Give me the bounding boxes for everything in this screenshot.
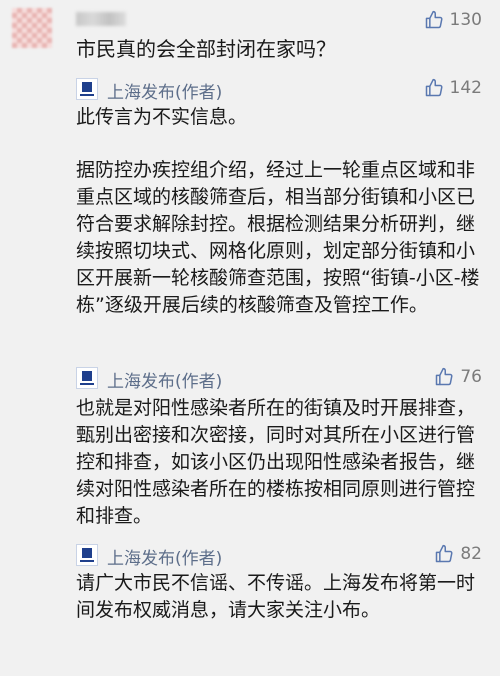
thumbs-up-icon	[434, 544, 454, 564]
like-button[interactable]: 76	[434, 367, 482, 387]
author-name[interactable]: 上海发布(作者)	[107, 544, 222, 569]
like-button[interactable]: 130	[424, 10, 482, 30]
author-name[interactable]: 上海发布(作者)	[107, 78, 222, 103]
reply-paragraph: 据防控办疾控组介绍，经过上一轮重点区域和非重点区域的核酸筛查后，相当部分街镇和小…	[76, 159, 480, 316]
reply-comment: 上海发布(作者) 76 也就是对阳性感染者所在的街镇及时开展排查，甄别出密接和次…	[0, 365, 500, 535]
username-blurred[interactable]	[76, 12, 126, 26]
shanghai-fabu-avatar[interactable]	[76, 544, 98, 566]
author-name[interactable]: 上海发布(作者)	[107, 367, 222, 392]
reply-paragraph: 也就是对阳性感染者所在的街镇及时开展排查，甄别出密接和次密接，同时对其所在小区进…	[76, 397, 476, 527]
thumbs-up-icon	[424, 10, 444, 30]
reply-comment: 上海发布(作者) 82 请广大市民不信谣、不传谣。上海发布将第一时间发布权威消息…	[0, 542, 500, 676]
user-avatar-blurred[interactable]	[12, 8, 52, 48]
shanghai-fabu-avatar[interactable]	[76, 367, 98, 389]
reply-text: 请广大市民不信谣、不传谣。上海发布将第一时间发布权威消息，请大家关注小布。	[76, 570, 486, 624]
like-count: 142	[449, 78, 482, 98]
like-count: 130	[449, 10, 482, 30]
question-comment: 130 市民真的会全部封闭在家吗？	[0, 0, 500, 72]
reply-comment: 上海发布(作者) 142 此传言为不实信息。 据防控办疾控组介绍，经过上一轮重点…	[0, 72, 500, 360]
reply-text: 此传言为不实信息。 据防控办疾控组介绍，经过上一轮重点区域和非重点区域的核酸筛查…	[76, 104, 486, 319]
like-button[interactable]: 82	[434, 544, 482, 564]
reply-paragraph: 请广大市民不信谣、不传谣。上海发布将第一时间发布权威消息，请大家关注小布。	[76, 572, 476, 621]
like-count: 76	[460, 367, 482, 387]
shanghai-fabu-avatar[interactable]	[76, 78, 98, 100]
like-count: 82	[460, 544, 482, 564]
question-text: 市民真的会全部封闭在家吗？	[76, 37, 336, 61]
thumbs-up-icon	[434, 367, 454, 387]
reply-text: 也就是对阳性感染者所在的街镇及时开展排查，甄别出密接和次密接，同时对其所在小区进…	[76, 395, 486, 530]
reply-paragraph: 此传言为不实信息。	[76, 106, 248, 128]
thumbs-up-icon	[424, 78, 444, 98]
like-button[interactable]: 142	[424, 78, 482, 98]
